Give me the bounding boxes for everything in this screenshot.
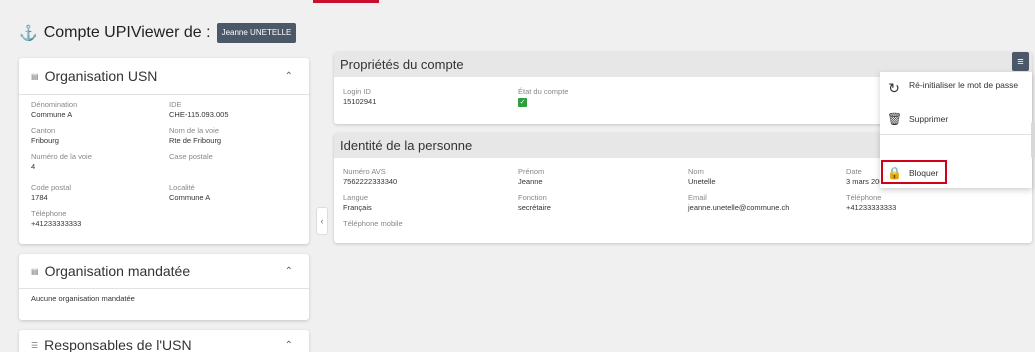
scrollbar[interactable] bbox=[1031, 122, 1035, 158]
state-label: État du compte bbox=[518, 87, 569, 96]
field-label: Localité bbox=[169, 183, 195, 192]
field-label: Téléphone bbox=[31, 209, 67, 218]
field-value: CHE-115.093.005 bbox=[169, 110, 229, 119]
field-label: Téléphone bbox=[846, 193, 882, 202]
actions-menu-button[interactable]: ≡ bbox=[1012, 52, 1029, 71]
responsables-header[interactable]: ☰ Responsables de l'USN ⌃ bbox=[19, 330, 309, 352]
field-label: Téléphone mobile bbox=[343, 219, 403, 228]
field-value: jeanne.unetelle@commune.ch bbox=[688, 203, 790, 212]
login-value: 15102941 bbox=[343, 97, 377, 106]
empty-state-text: Aucune organisation mandatée bbox=[31, 294, 135, 303]
hamburger-icon: ≡ bbox=[1017, 55, 1024, 68]
chevron-left-icon: ‹ bbox=[320, 216, 324, 226]
field-label: Langue bbox=[343, 193, 369, 202]
block-highlight-frame bbox=[881, 160, 947, 184]
building-icon: ▤ bbox=[31, 71, 39, 81]
org-usn-header[interactable]: ▤ Organisation USN ⌃ bbox=[19, 58, 309, 94]
identity-title: Identité de la personne bbox=[340, 138, 473, 153]
user-badge: Jeanne UNETELLE bbox=[216, 23, 297, 43]
field-label: Numéro AVS bbox=[343, 167, 386, 176]
field-label: Dénomination bbox=[31, 100, 78, 109]
responsables-title: Responsables de l'USN bbox=[44, 337, 192, 352]
org-mandatee-header[interactable]: ▤ Organisation mandatée ⌃ bbox=[19, 254, 309, 288]
chevron-up-icon[interactable]: ⌃ bbox=[285, 266, 293, 277]
building-icon: ▤ bbox=[31, 266, 39, 276]
field-value: Fribourg bbox=[31, 136, 59, 145]
field-label: Numéro de la voie bbox=[31, 152, 92, 161]
field-label: Prénom bbox=[518, 167, 545, 176]
field-value: Commune A bbox=[31, 110, 73, 119]
account-props-title: Propriétés du compte bbox=[340, 57, 464, 72]
login-label: Login ID bbox=[343, 87, 371, 96]
field-value: Rte de Fribourg bbox=[169, 136, 222, 145]
field-value: Commune A bbox=[169, 193, 211, 202]
menu-item-delete[interactable]: 🗑 Supprimer bbox=[880, 113, 948, 125]
field-label: Nom bbox=[688, 167, 704, 176]
field-value: 1784 bbox=[31, 193, 48, 202]
active-tab-indicator bbox=[313, 0, 379, 3]
refresh-icon: ↻ bbox=[888, 80, 900, 96]
user-account-icon: ⚓ bbox=[19, 25, 38, 42]
field-label: Email bbox=[688, 193, 707, 202]
field-value: +41233333333 bbox=[31, 219, 82, 228]
trash-icon: 🗑 bbox=[887, 112, 903, 126]
page-title: Compte UPIViewer de : bbox=[43, 24, 211, 41]
field-value: Jeanne bbox=[518, 177, 543, 186]
field-value: secrétaire bbox=[518, 203, 551, 212]
chevron-up-icon[interactable]: ⌃ bbox=[285, 71, 293, 82]
responsables-panel: ☰ Responsables de l'USN ⌃ bbox=[19, 330, 309, 352]
menu-item-label: Supprimer bbox=[909, 114, 949, 124]
field-label: Fonction bbox=[518, 193, 547, 202]
people-icon: ☰ bbox=[31, 340, 39, 350]
menu-item-label: Ré-initialiser le mot de passe bbox=[909, 80, 1019, 90]
menu-item-reset-password[interactable]: ↻ Ré-initialiser le mot de passe bbox=[880, 79, 1019, 96]
field-value: 7562222333340 bbox=[343, 177, 398, 186]
field-label: IDE bbox=[169, 100, 182, 109]
page-header: ⚓ Compte UPIViewer de : Jeanne UNETELLE bbox=[19, 22, 297, 44]
field-value: 4 bbox=[31, 162, 36, 171]
field-label: Case postale bbox=[169, 152, 213, 161]
org-mandatee-title: Organisation mandatée bbox=[44, 263, 191, 279]
org-usn-title: Organisation USN bbox=[44, 68, 158, 84]
status-active-icon: ✓ bbox=[518, 98, 527, 107]
field-value: Français bbox=[343, 203, 372, 212]
field-value: +41233333333 bbox=[846, 203, 897, 212]
collapse-sidebar-button[interactable]: ‹ bbox=[316, 207, 328, 235]
org-mandatee-panel: ▤ Organisation mandatée ⌃ Aucune organis… bbox=[19, 254, 309, 320]
field-value: Unetelle bbox=[688, 177, 716, 186]
field-label: Nom de la voie bbox=[169, 126, 220, 135]
org-usn-panel: ▤ Organisation USN ⌃ Dénomination Commune… bbox=[19, 58, 309, 244]
field-label: Canton bbox=[31, 126, 56, 135]
field-label: Code postal bbox=[31, 183, 72, 192]
chevron-up-icon[interactable]: ⌃ bbox=[285, 340, 293, 351]
